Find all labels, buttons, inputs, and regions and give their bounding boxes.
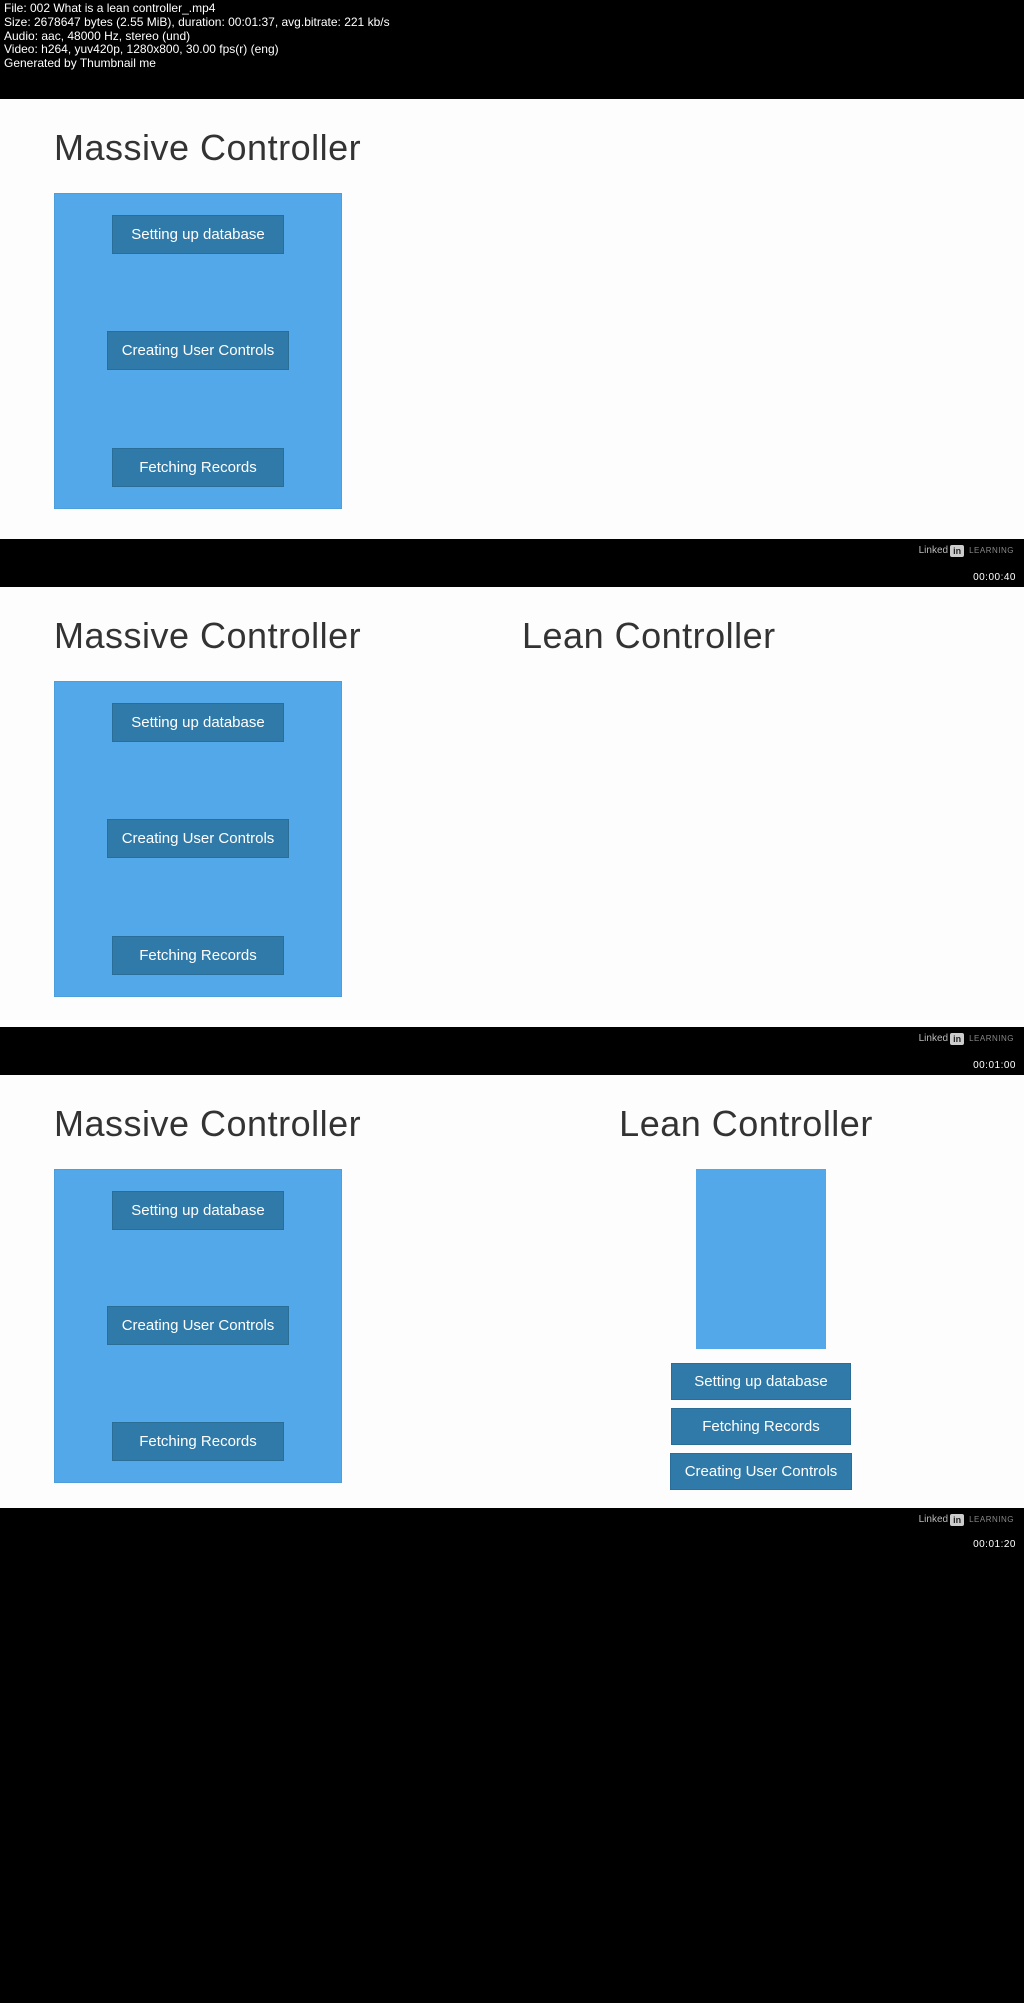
pill-create: Creating User Controls [107,819,290,858]
pill-setup: Setting up database [112,1191,284,1230]
pill-fetch: Fetching Records [112,1422,284,1461]
pill-fetch: Fetching Records [112,936,284,975]
slide-1: Massive Controller Setting up database C… [0,99,1024,539]
meta-audio: Audio: aac, 48000 Hz, stereo (und) [4,30,1020,44]
lean-box [696,1169,826,1349]
meta-size: Size: 2678647 bytes (2.55 MiB), duration… [4,16,1020,30]
brand-name: Linked [919,1033,948,1044]
footer-1: Linked in LEARNING 00:00:40 [0,539,1024,587]
meta-gen: Generated by Thumbnail me [4,57,1020,71]
footer-2: Linked in LEARNING 00:01:00 [0,1027,1024,1075]
pill-setup: Setting up database [112,703,284,742]
massive-box: Setting up database Creating User Contro… [54,193,342,509]
slide2-title-lean: Lean Controller [522,615,970,657]
metadata-block: File: 002 What is a lean controller_.mp4… [0,0,1024,99]
brand-learning: LEARNING [969,1515,1014,1524]
meta-video: Video: h264, yuv420p, 1280x800, 30.00 fp… [4,43,1020,57]
lean-pill-setup: Setting up database [671,1363,851,1400]
brand-logo: Linked in LEARNING [919,1033,1014,1045]
lean-stack: Setting up database Fetching Records Cre… [649,1169,873,1498]
slide2-title-massive: Massive Controller [54,615,512,657]
timestamp-3: 00:01:20 [973,1539,1016,1550]
timestamp-1: 00:00:40 [973,572,1016,583]
linkedin-mark-icon: in [950,1514,964,1526]
slide-2: Massive Controller Setting up database C… [0,587,1024,1027]
brand-logo: Linked in LEARNING [919,1514,1014,1526]
brand-name: Linked [919,545,948,556]
brand-name: Linked [919,1514,948,1525]
pill-create: Creating User Controls [107,331,290,370]
meta-file: File: 002 What is a lean controller_.mp4 [4,2,1020,16]
slide-3: Massive Controller Setting up database C… [0,1075,1024,1508]
timestamp-2: 00:01:00 [973,1060,1016,1071]
slide3-title-lean: Lean Controller [619,1103,873,1145]
pill-create: Creating User Controls [107,1306,290,1345]
pill-fetch: Fetching Records [112,448,284,487]
lean-pill-create: Creating User Controls [670,1453,853,1490]
footer-3: Linked in LEARNING 00:01:20 [0,1508,1024,1554]
massive-box-2: Setting up database Creating User Contro… [54,681,342,997]
brand-logo: Linked in LEARNING [919,545,1014,557]
linkedin-mark-icon: in [950,545,964,557]
pill-setup: Setting up database [112,215,284,254]
lean-pill-fetch: Fetching Records [671,1408,851,1445]
slide1-title-massive: Massive Controller [54,127,512,169]
brand-learning: LEARNING [969,546,1014,555]
massive-box-3: Setting up database Creating User Contro… [54,1169,342,1483]
slide3-title-massive: Massive Controller [54,1103,512,1145]
linkedin-mark-icon: in [950,1033,964,1045]
brand-learning: LEARNING [969,1034,1014,1043]
